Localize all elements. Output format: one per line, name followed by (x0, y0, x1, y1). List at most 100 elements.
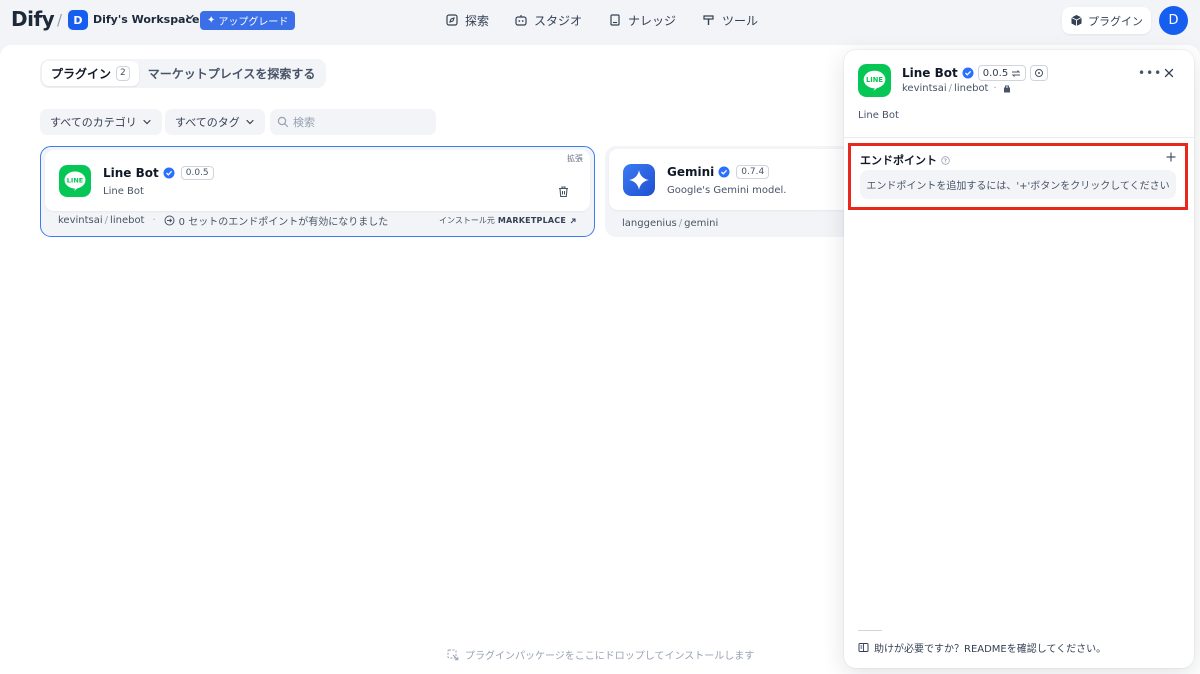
category-filter-label: すべてのカテゴリ (50, 116, 137, 129)
plugins-button-label: プラグイン (1088, 14, 1143, 28)
panel-description: Line Bot (858, 110, 899, 121)
user-avatar[interactable]: D (1159, 6, 1188, 35)
install-source-link[interactable]: インストール元 MARKETPLACE (439, 215, 577, 226)
svg-text:?: ? (944, 158, 947, 164)
plugin-card-footer: kevintsai / linebot · 0 セットのエンドポイントが有効にな… (58, 213, 577, 228)
version-switch-button[interactable]: 0.0.5 (977, 65, 1027, 81)
readme-link-text: 助けが必要ですか？READMEを確認してください。 (874, 644, 1107, 655)
plugin-slug: linebot (110, 215, 145, 226)
install-source-name: MARKETPLACE (497, 216, 566, 225)
refresh-icon (1035, 69, 1044, 77)
endpoint-header: エンドポイント ? (860, 152, 950, 168)
cube-icon (1071, 15, 1082, 26)
nav-label: 探索 (465, 13, 490, 28)
tag-filter[interactable]: すべてのタグ (165, 109, 265, 135)
workspace-avatar[interactable]: D (68, 10, 88, 30)
search-icon (277, 116, 289, 128)
svg-text:LINE: LINE (866, 76, 883, 84)
endpoint-title: エンドポイント (860, 154, 937, 167)
footer-dot: · (152, 215, 156, 226)
path-separator: / (104, 215, 109, 226)
external-link-icon (570, 218, 576, 223)
tab-plugins[interactable]: プラグイン 2 (42, 61, 139, 86)
readme-link[interactable]: 助けが必要ですか？READMEを確認してください。 (858, 640, 1106, 655)
panel-plugin-path: kevintsai / linebot · (902, 83, 1012, 94)
workspace-name[interactable]: Dify's Workspace (93, 13, 199, 26)
tab-label: プラグイン (51, 67, 112, 81)
close-icon[interactable] (1164, 68, 1174, 78)
nav-tools[interactable]: ツール (702, 11, 758, 29)
plugin-count-badge: 2 (116, 66, 130, 81)
breadcrumb-separator: / (57, 11, 63, 29)
search-input[interactable] (293, 115, 423, 129)
drop-install-hint: プラグインパッケージをここにドロップしてインストールします (447, 647, 754, 662)
plugin-name: Line Bot (103, 166, 159, 180)
more-options-icon[interactable]: ••• (1138, 66, 1162, 80)
endpoint-empty-state: エンドポイントを追加するには、'+'ボタンをクリックしてください (860, 170, 1176, 199)
nav-studio[interactable]: スタジオ (514, 11, 582, 29)
footer-dot: · (993, 83, 997, 94)
svg-text:LINE: LINE (67, 177, 83, 185)
robot-icon (515, 15, 527, 26)
plugin-description: Line Bot (103, 186, 144, 197)
line-logo-icon: LINE (59, 165, 91, 197)
top-bar: Dify / D Dify's Workspace ✦ アップグレード 探索 ス… (0, 0, 1200, 42)
verified-badge-icon (962, 67, 974, 79)
plugins-button[interactable]: プラグイン (1062, 7, 1151, 34)
verified-badge-icon (163, 167, 175, 179)
category-filter[interactable]: すべてのカテゴリ (40, 109, 162, 135)
path-separator: / (678, 218, 683, 229)
endpoint-section: エンドポイント ? エンドポイントを追加するには、'+'ボタンをクリックしてくだ… (848, 143, 1188, 210)
nav-label: ナレッジ (628, 13, 677, 28)
trash-icon[interactable] (557, 185, 570, 198)
gemini-logo-icon (623, 164, 655, 196)
add-endpoint-icon[interactable] (1166, 152, 1176, 162)
update-check-button[interactable] (1030, 65, 1049, 81)
nav-knowledge[interactable]: ナレッジ (608, 11, 676, 29)
login-icon (164, 215, 175, 226)
hammer-icon (703, 15, 714, 25)
chevron-down-icon (246, 119, 254, 125)
divider (858, 630, 882, 631)
drag-drop-icon (447, 649, 459, 660)
divider (844, 137, 1194, 138)
chevron-down-icon (143, 119, 151, 125)
book-open-icon (858, 643, 869, 652)
tab-label: マーケットプレイスを探索する (147, 67, 316, 81)
switch-arrows-icon (1011, 69, 1021, 77)
line-logo-icon: LINE (858, 64, 891, 97)
dify-logo[interactable]: Dify (11, 7, 55, 31)
install-source-prefix: インストール元 (439, 216, 495, 225)
book-icon (610, 14, 620, 26)
plugin-detail-panel: LINE Line Bot 0.0.5 kevintsai / linebot … (844, 50, 1194, 668)
tab-marketplace[interactable]: マーケットプレイスを探索する (139, 61, 325, 86)
upgrade-label: アップグレード (218, 17, 289, 28)
plugin-card-body: LINE Line Bot 0.0.5 Line Bot 拡張 (45, 150, 590, 211)
chevron-down-icon[interactable] (185, 11, 195, 23)
plugin-card-linebot[interactable]: LINE Line Bot 0.0.5 Line Bot 拡張 kevintsa… (40, 146, 595, 237)
explore-icon (446, 14, 458, 26)
panel-org: kevintsai (902, 83, 947, 94)
version-badge: 0.7.4 (736, 165, 770, 179)
plugin-name: Gemini (667, 165, 715, 179)
panel-title: Line Bot 0.0.5 (902, 65, 1049, 81)
plugin-slug: gemini (684, 218, 719, 229)
nav-explore[interactable]: 探索 (445, 11, 489, 29)
nav-label: ツール (722, 13, 759, 28)
plugin-description: Google's Gemini model. (667, 185, 787, 196)
search-field[interactable] (270, 109, 436, 135)
tag-filter-label: すべてのタグ (175, 116, 240, 129)
upgrade-button[interactable]: ✦ アップグレード (200, 11, 296, 30)
nav-label: スタジオ (534, 13, 583, 28)
path-separator: / (948, 83, 953, 94)
plugin-title: Line Bot 0.0.5 (103, 166, 214, 180)
verified-badge-icon (718, 166, 730, 178)
plugin-title: Gemini 0.7.4 (667, 165, 770, 179)
version-badge: 0.0.5 (180, 166, 214, 180)
endpoint-status-text: 0 セットのエンドポイントが有効になりました (178, 217, 389, 228)
info-icon[interactable]: ? (941, 155, 950, 165)
plugin-tabs: プラグイン 2 マーケットプレイスを探索する (40, 59, 327, 88)
panel-slug: linebot (954, 83, 989, 94)
plugin-org: kevintsai (58, 215, 103, 226)
sparkle-icon: ✦ (207, 15, 216, 26)
